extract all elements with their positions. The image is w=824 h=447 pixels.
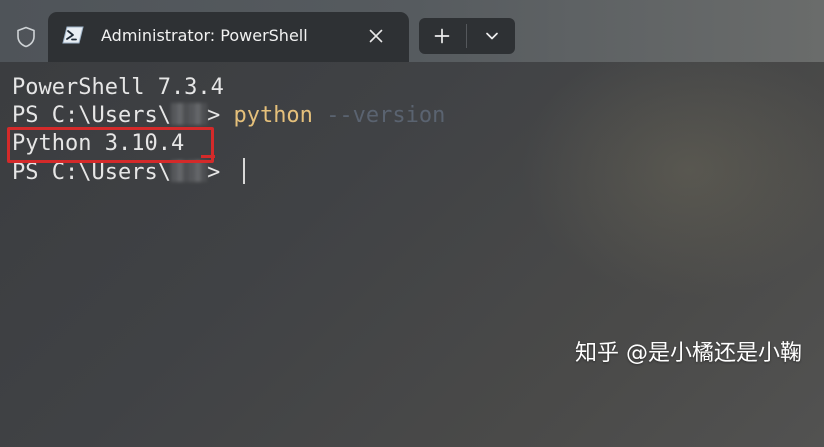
redacted-username: [170, 103, 207, 125]
divider: [466, 24, 467, 48]
shield-icon: [17, 26, 35, 48]
prompt-suffix: >: [206, 160, 234, 185]
prompt-line: PS C:\Users\ > python --version: [12, 102, 445, 130]
prompt-suffix: >: [206, 103, 234, 128]
tab-powershell[interactable]: Administrator: PowerShell: [48, 12, 409, 62]
tab-title: Administrator: PowerShell: [101, 26, 308, 45]
command-text: python: [233, 103, 313, 128]
command-parameter: --version: [326, 103, 446, 128]
new-tab-button[interactable]: [419, 18, 465, 54]
prompt-prefix: PS C:\Users\: [12, 160, 171, 185]
tab-close-button[interactable]: [364, 24, 388, 48]
output-highlight-box: [7, 127, 214, 163]
redacted-username: [170, 160, 207, 182]
close-icon: [369, 29, 383, 43]
powershell-icon: [62, 26, 84, 44]
title-bar: Administrator: PowerShell: [0, 0, 824, 62]
watermark: 知乎 @是小橘还是小鞠: [575, 341, 802, 366]
new-tab-group: [419, 18, 515, 54]
chevron-down-icon: [486, 32, 498, 40]
version-banner: PowerShell 7.3.4: [12, 75, 224, 100]
terminal-output[interactable]: PowerShell 7.3.4 PS C:\Users\ > python --…: [0, 62, 824, 447]
tab-dropdown-button[interactable]: [469, 18, 515, 54]
plus-icon: [434, 28, 450, 44]
prompt-prefix: PS C:\Users\: [12, 103, 171, 128]
output-highlight-tail: [201, 155, 215, 158]
text-cursor: [243, 158, 246, 184]
terminal-window: Administrator: PowerShell PowerShell 7.3…: [0, 0, 824, 447]
